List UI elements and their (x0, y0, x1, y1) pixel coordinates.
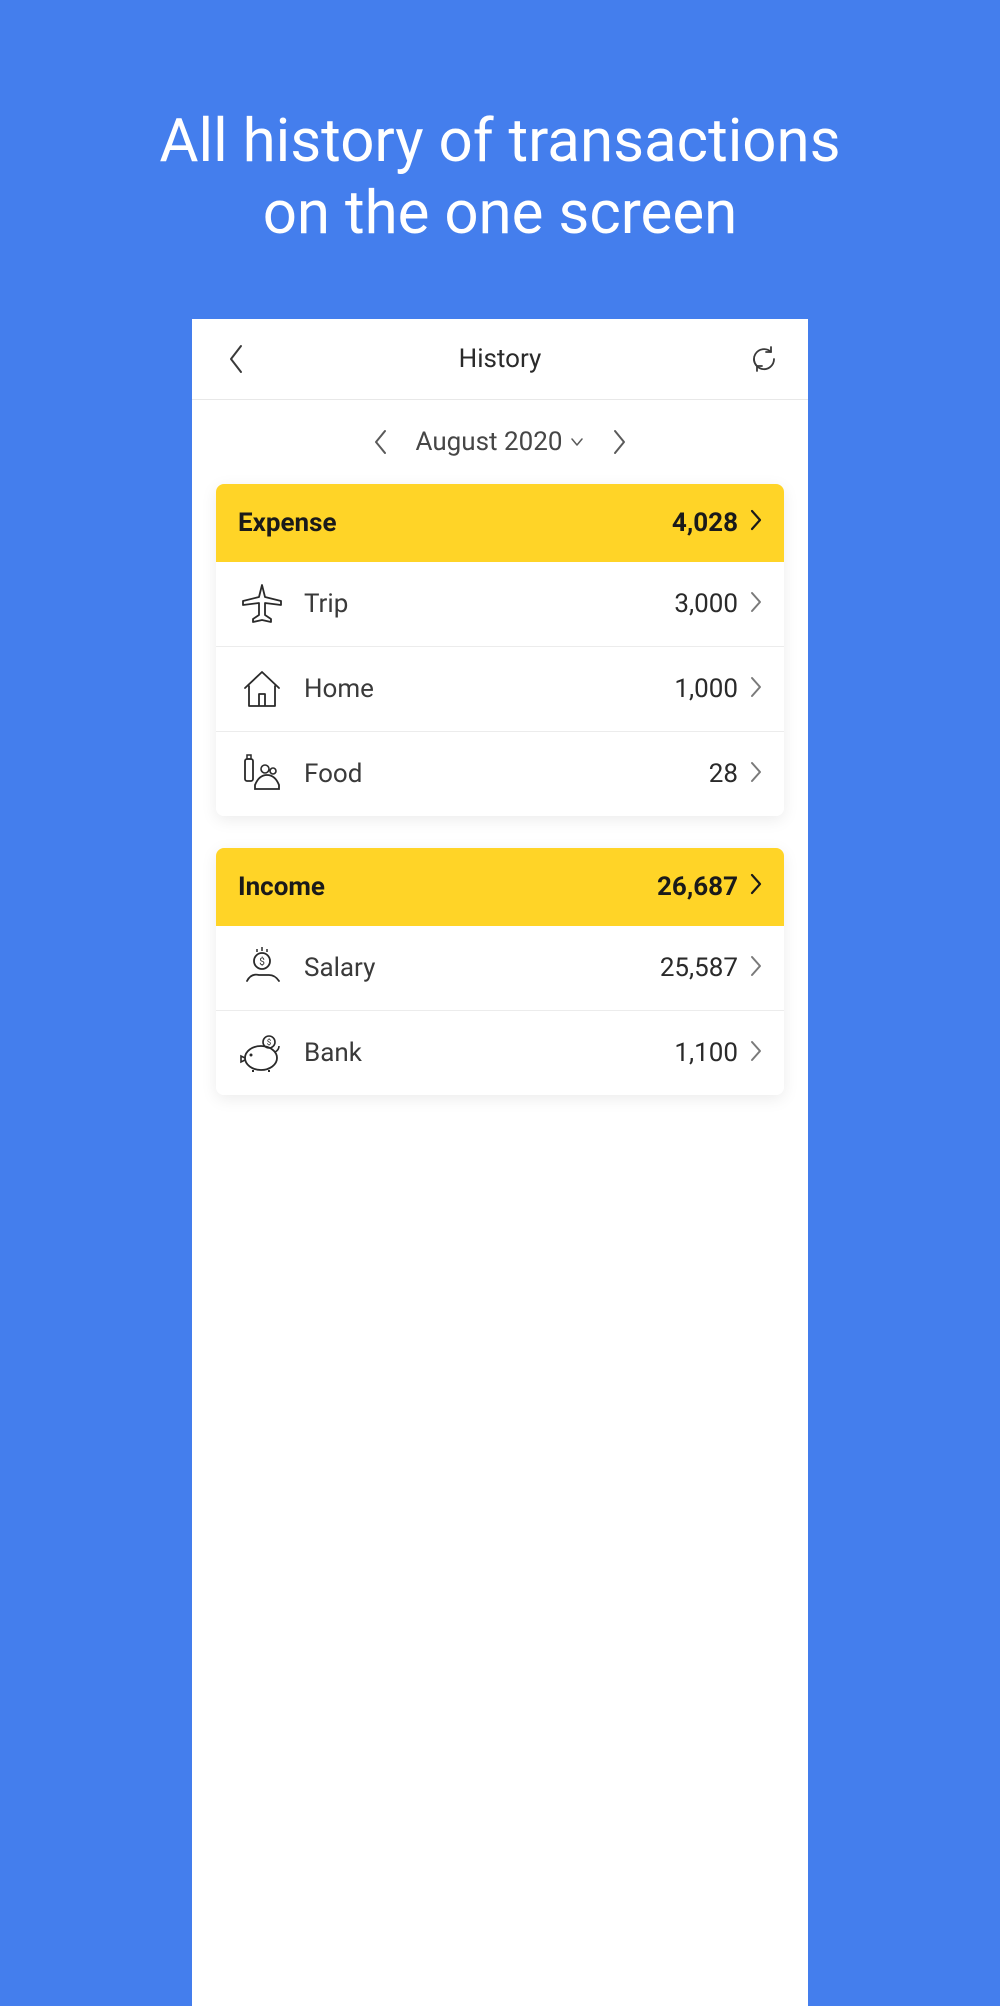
chevron-right-icon (750, 955, 762, 981)
list-item[interactable]: Food 28 (216, 732, 784, 816)
refresh-icon (749, 344, 779, 374)
month-label: August 2020 (416, 427, 563, 457)
date-selector: August 2020 (192, 400, 808, 484)
list-item[interactable]: $ Bank 1,100 (216, 1011, 784, 1095)
chevron-right-icon (613, 429, 627, 455)
item-amount: 3,000 (674, 589, 738, 619)
expense-total-value: 4,028 (672, 508, 738, 538)
income-header[interactable]: Income 26,687 (216, 848, 784, 926)
section-total: 4,028 (672, 508, 762, 538)
refresh-button[interactable] (748, 343, 780, 375)
item-label: Trip (304, 589, 674, 619)
home-icon (238, 665, 286, 713)
app-screen: History August 2020 (192, 319, 808, 2006)
item-amount: 1,100 (674, 1038, 738, 1068)
back-button[interactable] (220, 343, 252, 375)
item-label: Food (304, 759, 709, 789)
chevron-left-icon (373, 429, 387, 455)
chevron-right-icon (750, 1040, 762, 1066)
headline-line2: on the one screen (263, 177, 738, 248)
piggy-bank-icon: $ (238, 1029, 286, 1077)
plane-icon (238, 580, 286, 628)
item-amount: 1,000 (674, 674, 738, 704)
salary-icon: $ (238, 944, 286, 992)
svg-text:$: $ (259, 955, 265, 968)
section-title: Income (238, 872, 325, 902)
headline-line1: All history of transactions (159, 105, 840, 176)
income-total-value: 26,687 (657, 872, 738, 902)
expense-header[interactable]: Expense 4,028 (216, 484, 784, 562)
chevron-down-icon (570, 437, 584, 447)
nav-bar: History (192, 319, 808, 400)
item-amount: 25,587 (660, 953, 738, 983)
list-item[interactable]: Home 1,000 (216, 647, 784, 732)
chevron-right-icon (750, 676, 762, 702)
chevron-right-icon (750, 872, 762, 902)
chevron-right-icon (750, 591, 762, 617)
month-picker[interactable]: August 2020 (416, 427, 585, 457)
svg-text:$: $ (267, 1038, 272, 1047)
chevron-right-icon (750, 761, 762, 787)
food-icon (238, 750, 286, 798)
next-month-button[interactable] (604, 426, 636, 458)
income-section: Income 26,687 $ (216, 848, 784, 1095)
item-label: Salary (304, 953, 660, 983)
content: Expense 4,028 Trip 3,00 (192, 484, 808, 1127)
page-title: History (252, 344, 748, 374)
prev-month-button[interactable] (364, 426, 396, 458)
list-item[interactable]: Trip 3,000 (216, 562, 784, 647)
section-total: 26,687 (657, 872, 762, 902)
chevron-left-icon (227, 344, 245, 374)
item-label: Bank (304, 1038, 674, 1068)
item-label: Home (304, 674, 674, 704)
list-item[interactable]: $ Salary 25,587 (216, 926, 784, 1011)
promo-headline: All history of transactions on the one s… (159, 105, 840, 249)
expense-section: Expense 4,028 Trip 3,00 (216, 484, 784, 816)
item-amount: 28 (709, 759, 738, 789)
section-title: Expense (238, 508, 337, 538)
chevron-right-icon (750, 508, 762, 538)
